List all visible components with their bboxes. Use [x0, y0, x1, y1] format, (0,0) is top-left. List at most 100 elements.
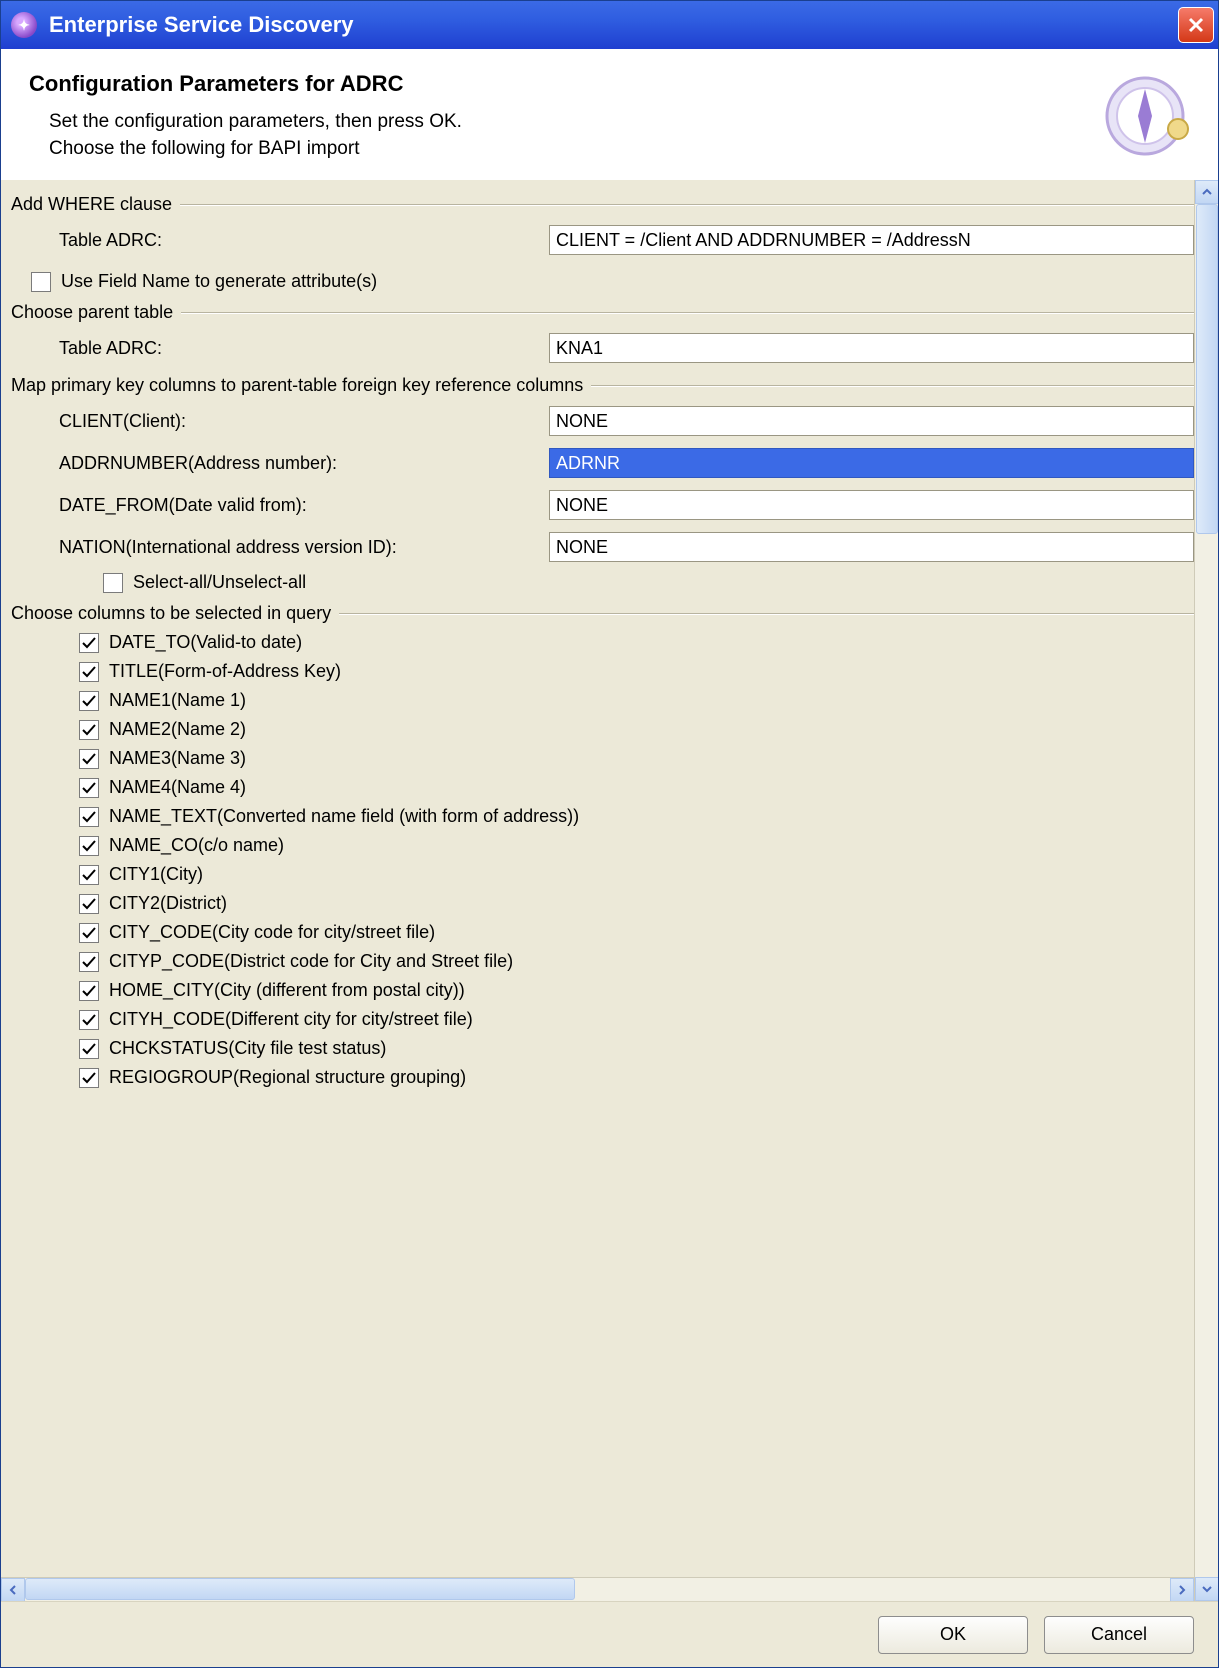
vertical-scrollbar[interactable] [1194, 180, 1218, 1601]
column-checkbox[interactable] [79, 749, 99, 769]
where-clause-legend-text: Add WHERE clause [11, 194, 172, 215]
parent-table-row: Table ADRC: [11, 327, 1194, 369]
column-checkbox[interactable] [79, 923, 99, 943]
header-description: Set the configuration parameters, then p… [29, 109, 1100, 162]
column-checkbox[interactable] [79, 807, 99, 827]
dialog-footer: OK Cancel [1, 1601, 1218, 1667]
use-field-name-label: Use Field Name to generate attribute(s) [61, 271, 377, 292]
column-row: NAME4(Name 4) [79, 773, 1194, 802]
column-row: CITY2(District) [79, 889, 1194, 918]
key-mapping-label: ADDRNUMBER(Address number): [59, 453, 549, 474]
content-area: Add WHERE clause Table ADRC: Use Field N… [1, 180, 1194, 1601]
key-mapping-input[interactable] [549, 490, 1194, 520]
parent-table-input[interactable] [549, 333, 1194, 363]
column-label: NAME_CO(c/o name) [109, 835, 284, 856]
select-all-label: Select-all/Unselect-all [133, 572, 306, 593]
dialog-window: ✦ Enterprise Service Discovery Configura… [0, 0, 1219, 1668]
column-label: CHCKSTATUS(City file test status) [109, 1038, 386, 1059]
header-desc-line-1: Set the configuration parameters, then p… [49, 109, 1100, 136]
hscroll-track[interactable] [25, 1578, 1170, 1601]
column-label: HOME_CITY(City (different from postal ci… [109, 980, 465, 1001]
column-label: CITY1(City) [109, 864, 203, 885]
key-mapping-row: ADDRNUMBER(Address number): [11, 442, 1194, 484]
column-list: DATE_TO(Valid-to date) TITLE(Form-of-Addr… [11, 628, 1194, 1092]
column-row: DATE_TO(Valid-to date) [79, 628, 1194, 657]
titlebar: ✦ Enterprise Service Discovery [1, 1, 1218, 49]
column-row: NAME_CO(c/o name) [79, 831, 1194, 860]
column-checkbox[interactable] [79, 894, 99, 914]
cancel-button[interactable]: Cancel [1044, 1616, 1194, 1654]
column-row: NAME2(Name 2) [79, 715, 1194, 744]
legend-divider [591, 385, 1194, 386]
app-icon: ✦ [11, 12, 37, 38]
dialog-header: Configuration Parameters for ADRC Set th… [1, 49, 1218, 180]
column-label: CITYP_CODE(District code for City and St… [109, 951, 513, 972]
scroll-down-button[interactable] [1195, 1577, 1218, 1601]
key-mapping-rows: CLIENT(Client): ADDRNUMBER(Address number… [11, 400, 1194, 568]
scroll-up-button[interactable] [1195, 180, 1218, 204]
column-label: NAME4(Name 4) [109, 777, 246, 798]
column-label: TITLE(Form-of-Address Key) [109, 661, 341, 682]
parent-table-legend: Choose parent table [11, 302, 1194, 323]
key-mapping-label: CLIENT(Client): [59, 411, 549, 432]
vscroll-track[interactable] [1195, 204, 1218, 1577]
column-checkbox[interactable] [79, 1010, 99, 1030]
column-label: CITY2(District) [109, 893, 227, 914]
column-checkbox[interactable] [79, 720, 99, 740]
column-checkbox[interactable] [79, 981, 99, 1001]
content-wrapper: Add WHERE clause Table ADRC: Use Field N… [1, 180, 1218, 1601]
ok-button[interactable]: OK [878, 1616, 1028, 1654]
hscroll-thumb[interactable] [25, 1578, 575, 1600]
column-row: TITLE(Form-of-Address Key) [79, 657, 1194, 686]
key-mapping-label: DATE_FROM(Date valid from): [59, 495, 549, 516]
key-mapping-input[interactable] [549, 532, 1194, 562]
column-row: CITY1(City) [79, 860, 1194, 889]
key-mapping-legend-text: Map primary key columns to parent-table … [11, 375, 583, 396]
column-label: NAME1(Name 1) [109, 690, 246, 711]
columns-legend: Choose columns to be selected in query [11, 603, 1194, 624]
header-desc-line-2: Choose the following for BAPI import [49, 136, 1100, 163]
column-row: HOME_CITY(City (different from postal ci… [79, 976, 1194, 1005]
where-clause-input[interactable] [549, 225, 1194, 255]
legend-divider [339, 613, 1194, 614]
vscroll-thumb[interactable] [1196, 204, 1218, 534]
use-field-name-checkbox[interactable] [31, 272, 51, 292]
columns-legend-text: Choose columns to be selected in query [11, 603, 331, 624]
legend-divider [181, 312, 1194, 313]
scroll-left-button[interactable] [1, 1578, 25, 1601]
select-all-checkbox[interactable] [103, 573, 123, 593]
column-checkbox[interactable] [79, 1068, 99, 1088]
column-label: NAME_TEXT(Converted name field (with for… [109, 806, 579, 827]
parent-table-label: Table ADRC: [59, 338, 549, 359]
page-title: Configuration Parameters for ADRC [29, 71, 1100, 97]
column-checkbox[interactable] [79, 691, 99, 711]
column-checkbox[interactable] [79, 662, 99, 682]
where-clause-legend: Add WHERE clause [11, 194, 1194, 215]
column-label: NAME3(Name 3) [109, 748, 246, 769]
column-row: CHCKSTATUS(City file test status) [79, 1034, 1194, 1063]
column-checkbox[interactable] [79, 865, 99, 885]
scroll-body: Add WHERE clause Table ADRC: Use Field N… [1, 180, 1194, 1577]
column-label: NAME2(Name 2) [109, 719, 246, 740]
legend-divider [180, 204, 1194, 205]
key-mapping-row: NATION(International address version ID)… [11, 526, 1194, 568]
key-mapping-row: DATE_FROM(Date valid from): [11, 484, 1194, 526]
key-mapping-row: CLIENT(Client): [11, 400, 1194, 442]
compass-icon [1100, 71, 1190, 161]
close-icon [1186, 15, 1206, 35]
horizontal-scrollbar[interactable] [1, 1577, 1194, 1601]
column-label: CITYH_CODE(Different city for city/stree… [109, 1009, 473, 1030]
key-mapping-input[interactable] [549, 448, 1194, 478]
scroll-right-button[interactable] [1170, 1578, 1194, 1601]
column-checkbox[interactable] [79, 952, 99, 972]
column-row: CITYP_CODE(District code for City and St… [79, 947, 1194, 976]
column-checkbox[interactable] [79, 836, 99, 856]
column-checkbox[interactable] [79, 633, 99, 653]
column-checkbox[interactable] [79, 1039, 99, 1059]
column-checkbox[interactable] [79, 778, 99, 798]
window-title: Enterprise Service Discovery [49, 12, 354, 38]
close-button[interactable] [1178, 7, 1214, 43]
column-row: NAME1(Name 1) [79, 686, 1194, 715]
column-row: CITY_CODE(City code for city/street file… [79, 918, 1194, 947]
key-mapping-input[interactable] [549, 406, 1194, 436]
